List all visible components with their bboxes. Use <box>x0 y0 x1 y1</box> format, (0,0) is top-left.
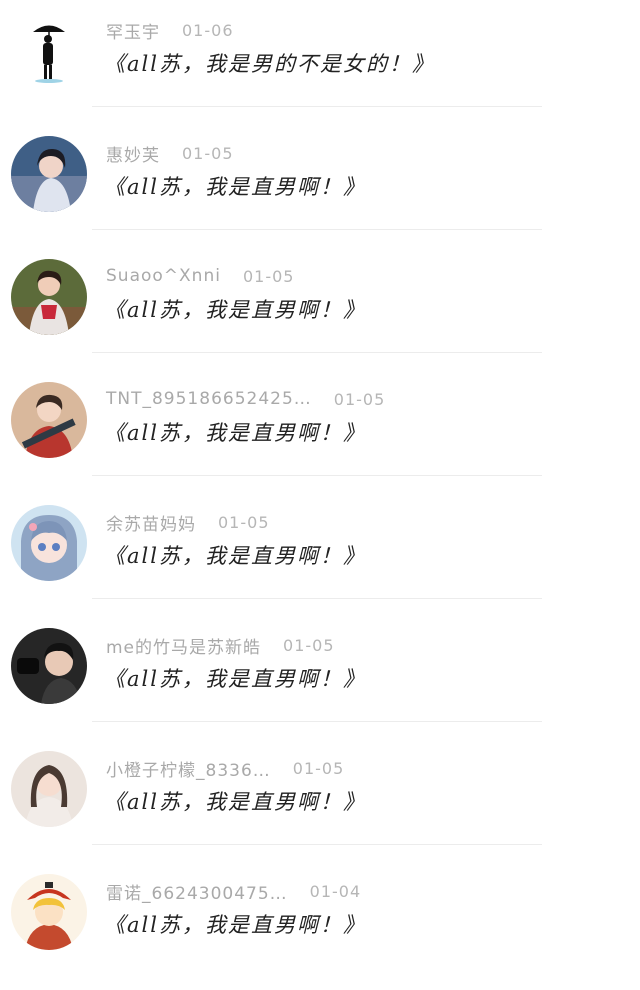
divider <box>92 721 542 722</box>
list-item[interactable]: 小橙子柠檬_8336… 01-05 《all苏，我是直男啊！》 <box>0 744 640 867</box>
comment-meta: 罕玉宇 01-06 <box>106 17 234 43</box>
comment-date: 01-05 <box>182 143 234 163</box>
comment-date: 01-04 <box>309 881 362 901</box>
avatar[interactable] <box>11 13 87 89</box>
list-item[interactable]: 雷诺_6624300475… 01-04 《all苏，我是直男啊！》 <box>0 867 640 990</box>
divider <box>92 475 542 476</box>
comment-text: 《all苏，我是直男啊！》 <box>104 298 366 322</box>
comment-date: 01-06 <box>182 20 234 40</box>
avatar[interactable] <box>11 628 87 704</box>
comment-text: 《all苏，我是男的不是女的！》 <box>104 52 435 76</box>
user-name[interactable]: me的竹马是苏新皓 <box>106 633 261 658</box>
comment-text: 《all苏，我是直男啊！》 <box>104 913 366 937</box>
list-item[interactable]: 罕玉宇 01-06 《all苏，我是男的不是女的！》 <box>0 6 640 129</box>
comment-text: 《all苏，我是直男啊！》 <box>104 790 366 814</box>
comment-text: 《all苏，我是直男啊！》 <box>104 667 366 691</box>
comment-meta: 余苏苗妈妈 01-05 <box>106 509 270 535</box>
comment-meta: 小橙子柠檬_8336… 01-05 <box>106 755 344 781</box>
list-item[interactable]: me的竹马是苏新皓 01-05 《all苏，我是直男啊！》 <box>0 621 640 744</box>
divider <box>92 229 542 230</box>
divider <box>92 106 542 107</box>
list-item[interactable]: Suaoo^Xnni 01-05 《all苏，我是直男啊！》 <box>0 252 640 375</box>
comment-date: 01-05 <box>333 389 386 409</box>
comment-meta: me的竹马是苏新皓 01-05 <box>106 632 335 658</box>
list-item[interactable]: 余苏苗妈妈 01-05 《all苏，我是直男啊！》 <box>0 498 640 621</box>
user-name[interactable]: 雷诺_6624300475… <box>106 879 288 904</box>
comment-text: 《all苏，我是直男啊！》 <box>104 421 366 445</box>
comment-text: 《all苏，我是直男啊！》 <box>104 175 366 199</box>
list-item[interactable]: TNT_895186652425… 01-05 《all苏，我是直男啊！》 <box>0 375 640 498</box>
user-name[interactable]: 小橙子柠檬_8336… <box>106 756 271 781</box>
list-item[interactable]: 惠妙芙 01-05 《all苏，我是直男啊！》 <box>0 129 640 252</box>
comment-meta: Suaoo^Xnni 01-05 <box>106 263 294 289</box>
comment-meta: 惠妙芙 01-05 <box>106 140 234 166</box>
comment-date: 01-05 <box>283 635 335 655</box>
comment-list: 罕玉宇 01-06 《all苏，我是男的不是女的！》 惠妙芙 01-05 《al… <box>0 6 640 990</box>
avatar[interactable] <box>11 259 87 335</box>
user-name[interactable]: Suaoo^Xnni <box>106 266 221 286</box>
user-name[interactable]: 罕玉宇 <box>106 18 160 43</box>
avatar[interactable] <box>11 136 87 212</box>
user-name[interactable]: 余苏苗妈妈 <box>106 510 196 535</box>
avatar[interactable] <box>11 751 87 827</box>
user-name[interactable]: TNT_895186652425… <box>106 389 312 409</box>
comment-date: 01-05 <box>292 758 345 778</box>
avatar[interactable] <box>11 505 87 581</box>
comment-text: 《all苏，我是直男啊！》 <box>104 544 366 568</box>
avatar[interactable] <box>11 382 87 458</box>
comment-meta: TNT_895186652425… 01-05 <box>106 386 385 412</box>
comment-meta: 雷诺_6624300475… 01-04 <box>106 878 361 904</box>
user-name[interactable]: 惠妙芙 <box>106 141 160 166</box>
avatar[interactable] <box>11 874 87 950</box>
comment-date: 01-05 <box>242 266 295 286</box>
divider <box>92 844 542 845</box>
comment-date: 01-05 <box>218 512 270 532</box>
divider <box>92 352 542 353</box>
divider <box>92 598 542 599</box>
